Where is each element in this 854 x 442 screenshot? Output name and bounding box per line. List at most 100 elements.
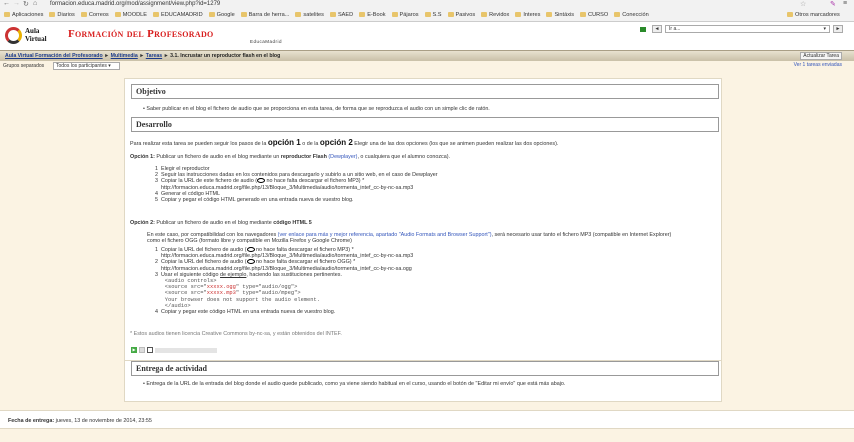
- folder-icon: [614, 12, 621, 18]
- folder-icon: [152, 12, 159, 18]
- bookmark-label: Conección: [622, 12, 649, 18]
- bookmark-label: Pájaros: [399, 12, 419, 18]
- bookmark-item[interactable]: SAED: [329, 12, 354, 18]
- assignment-content: Objetivo • Saber publicar en el blog el …: [124, 78, 722, 401]
- bookmark-label: satelites: [303, 12, 324, 18]
- site-header: Aula Virtual Formación del Profesorado E…: [0, 22, 854, 50]
- select-value: Ir a...: [669, 26, 681, 32]
- breadcrumb-current: 3.1. Incrustar un reproductor flash en e…: [170, 53, 281, 59]
- bookmark-label: Barra de herra...: [248, 12, 290, 18]
- home-icon[interactable]: ⌂: [33, 0, 37, 7]
- due-label: Fecha de entrega:: [8, 418, 55, 424]
- aula-virtual-logo-icon: [5, 27, 22, 44]
- progress-bar[interactable]: [155, 348, 217, 353]
- site-title: Formación del Profesorado: [68, 28, 214, 40]
- bookmark-label: S.S: [432, 12, 442, 18]
- bookmark-item[interactable]: Correos: [80, 12, 109, 18]
- section-heading: Objetivo: [131, 84, 719, 99]
- breadcrumb-link[interactable]: Aula Virtual Formación del Profesorado: [5, 53, 103, 59]
- objective-item: • Saber publicar en el blog el fichero d…: [143, 106, 490, 112]
- chevron-down-icon: ▾: [823, 26, 826, 32]
- update-task-button[interactable]: Actualizar Tarea: [800, 52, 842, 60]
- folder-icon: [391, 12, 398, 18]
- mp3-url: http://formacion.educa.madrid.org/file.p…: [161, 184, 414, 191]
- example-link[interactable]: de ejemplo: [220, 272, 246, 278]
- reload-icon[interactable]: ↻: [23, 0, 29, 8]
- folder-icon: [515, 12, 522, 18]
- bookmark-label: EDUCAMADRID: [160, 12, 203, 18]
- bookmark-item[interactable]: MOODLE: [114, 12, 147, 18]
- pen-icon[interactable]: ✎: [830, 0, 836, 8]
- bookmark-item[interactable]: S.S: [424, 12, 442, 18]
- bookmark-item[interactable]: E-Book: [359, 12, 386, 18]
- folder-icon: [424, 12, 431, 18]
- play-icon[interactable]: ▶: [131, 347, 137, 353]
- breadcrumb: Aula Virtual Formación del Profesorado ►…: [0, 50, 854, 61]
- bookmark-item[interactable]: CURSO: [580, 12, 608, 18]
- text: Saber publicar en el blog el fichero de …: [146, 106, 490, 112]
- spreadsheet-icon: [640, 27, 646, 32]
- bookmark-label: Revidox: [489, 12, 510, 18]
- option2-steps: 1 Copiar la URL del fichero de audio ( n…: [155, 247, 414, 316]
- groups-select[interactable]: Todos los participantes ▾: [53, 62, 120, 70]
- bookmark-label: CURSO: [588, 12, 609, 18]
- folder-icon: [359, 12, 366, 18]
- bookmark-item[interactable]: Diarios: [49, 12, 75, 18]
- eye-icon[interactable]: [246, 259, 255, 265]
- bookmark-item[interactable]: satelites: [295, 12, 324, 18]
- option1-text: Opción 1: Publicar un fichero de audio e…: [130, 154, 451, 160]
- bookmark-label: Correos: [88, 12, 109, 18]
- eye-icon[interactable]: [246, 247, 255, 253]
- bookmark-item[interactable]: Interes: [515, 12, 540, 18]
- section-heading: Desarrollo: [131, 117, 719, 132]
- license-note: * Estos audios tienen licencia Creative …: [130, 331, 342, 337]
- due-date-bar: Fecha de entrega: jueves, 13 de noviembr…: [0, 410, 854, 429]
- forward-icon[interactable]: →: [13, 0, 20, 7]
- bookmark-item[interactable]: Sintáxis: [546, 12, 574, 18]
- option2-paragraph: En este caso, por compatibilidad con los…: [147, 232, 672, 245]
- view-submissions-link[interactable]: Ver 1 tareas enviadas: [794, 62, 842, 68]
- back-icon[interactable]: ←: [3, 0, 10, 7]
- stop-icon[interactable]: [147, 347, 153, 353]
- text: Entrega de la URL de la entrada del blog…: [146, 381, 566, 387]
- bookmark-label: Interes: [523, 12, 541, 18]
- bookmark-label: Diarios: [57, 12, 75, 18]
- folder-icon: [546, 12, 553, 18]
- folder-icon: [80, 12, 87, 18]
- bookmark-label: SAED: [337, 12, 354, 18]
- bookmark-item[interactable]: Pasivos: [447, 12, 475, 18]
- option2-text: Opción 2: Publicar un fichero de audio e…: [130, 220, 312, 226]
- folder-icon: [49, 12, 56, 18]
- bookmarks-bar: Aplicaciones Diarios Correos MOODLE EDUCAMAD…: [0, 9, 854, 22]
- logo-text: Virtual: [25, 35, 47, 43]
- bookmark-label: Google: [216, 12, 235, 18]
- bookmark-label: E-Book: [367, 12, 386, 18]
- menu-icon[interactable]: ≡: [843, 0, 847, 7]
- delivery-item: • Entrega de la URL de la entrada del bl…: [143, 381, 566, 387]
- pause-icon[interactable]: [139, 347, 145, 353]
- bookmark-other[interactable]: Otros marcadores: [787, 12, 840, 18]
- bookmark-item[interactable]: Google: [208, 12, 235, 18]
- address-bar[interactable]: formacion.educa.madrid.org/mod/assignmen…: [50, 1, 220, 7]
- dewplayer-link[interactable]: (Dewplayer): [328, 154, 357, 160]
- breadcrumb-link[interactable]: Multimedia: [111, 53, 138, 59]
- star-icon[interactable]: ☆: [800, 0, 806, 8]
- prev-activity-button[interactable]: ◄: [652, 25, 662, 33]
- folder-icon: [329, 12, 336, 18]
- browser-support-link[interactable]: (ver enlace para más y mejor referencia,…: [278, 232, 492, 238]
- bookmark-item[interactable]: Pájaros: [391, 12, 419, 18]
- bookmark-item[interactable]: Aplicaciones: [4, 12, 43, 18]
- breadcrumb-link[interactable]: Tareas: [146, 53, 162, 59]
- folder-icon: [447, 12, 454, 18]
- next-activity-button[interactable]: ►: [833, 25, 843, 33]
- folder-icon: [481, 12, 488, 18]
- bookmark-item[interactable]: Barra de herra...: [240, 12, 290, 18]
- section-heading: Entrega de actividad: [131, 361, 719, 376]
- bookmark-item[interactable]: Conección: [614, 12, 649, 18]
- eye-icon[interactable]: [257, 178, 265, 184]
- bookmark-label: Sintáxis: [554, 12, 575, 18]
- folder-icon: [240, 12, 247, 18]
- jump-to-select[interactable]: Ir a... ▾: [665, 25, 830, 33]
- bookmark-item[interactable]: EDUCAMADRID: [152, 12, 203, 18]
- bookmark-item[interactable]: Revidox: [481, 12, 509, 18]
